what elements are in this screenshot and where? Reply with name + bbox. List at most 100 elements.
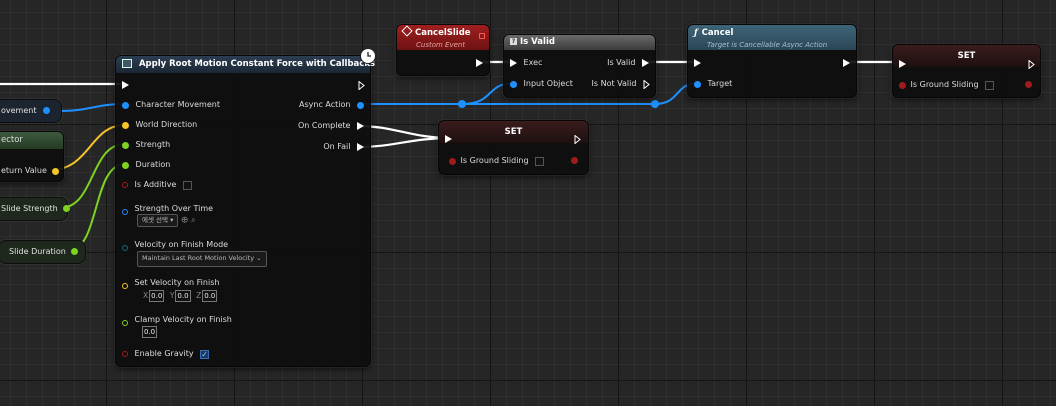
set-right-header: SET xyxy=(893,45,1040,67)
bool-pin[interactable] xyxy=(122,182,128,188)
clamp-input[interactable]: 0.0 xyxy=(142,326,158,338)
apply-node-title: Apply Root Motion Constant Force with Ca… xyxy=(138,59,376,69)
apply-root-motion-node[interactable]: Apply Root Motion Constant Force with Ca… xyxy=(115,48,376,367)
enable-gravity-checkbox[interactable]: ✓ xyxy=(200,349,210,359)
enum-pin[interactable] xyxy=(122,245,128,251)
exec-out-pin[interactable] xyxy=(574,133,581,145)
vector-pin[interactable] xyxy=(52,167,60,175)
reroute-knot[interactable] xyxy=(651,100,659,108)
clock-icon xyxy=(360,48,376,64)
is-ground-sliding-checkbox[interactable] xyxy=(535,156,545,166)
exec-out-pin[interactable] xyxy=(643,79,650,90)
is-not-valid-label: Is Not Valid xyxy=(591,79,637,88)
is-valid-title: Is Valid xyxy=(520,37,555,47)
slide-duration-var-node[interactable]: Slide Duration xyxy=(0,240,86,264)
bool-pin[interactable] xyxy=(1025,81,1032,88)
on-complete-label: On Complete xyxy=(297,121,351,130)
set-mid-header: SET xyxy=(439,121,588,143)
vector-pin[interactable] xyxy=(122,283,128,289)
object-pin[interactable] xyxy=(694,80,701,88)
exec-out-pin[interactable] xyxy=(358,79,365,91)
cancelslide-header: CancelSlide Custom Event xyxy=(397,25,489,50)
exec-in-pin[interactable] xyxy=(694,58,701,67)
search-icon[interactable]: ⌕ xyxy=(191,216,195,225)
x-axis-label: X xyxy=(143,291,149,300)
var-label: Slide Strength xyxy=(1,204,58,213)
clamp-velocity-on-finish-label: Clamp Velocity on Finish xyxy=(134,315,232,324)
target-label: Target xyxy=(707,79,733,88)
world-direction-label: World Direction xyxy=(135,120,198,129)
exec-out-pin[interactable] xyxy=(357,122,364,130)
chevron-down-icon: ⌄ xyxy=(256,254,262,262)
y-input[interactable]: 0.0 xyxy=(175,290,191,302)
cancel-title: Cancel xyxy=(701,28,734,38)
velocity-on-finish-mode-label: Velocity on Finish Mode xyxy=(134,240,229,249)
return-value-label: eturn Value xyxy=(1,166,47,175)
set-node-mid[interactable]: SET Is Ground Sliding xyxy=(438,120,589,175)
exec-out-pin[interactable] xyxy=(357,143,364,151)
exec-out-pin[interactable] xyxy=(642,59,649,67)
float-pin[interactable] xyxy=(122,320,128,326)
var-label: Slide Duration xyxy=(9,247,66,256)
is-additive-checkbox[interactable] xyxy=(182,180,192,190)
exec-out-pin[interactable] xyxy=(476,58,483,67)
add-icon[interactable]: ⊕ xyxy=(181,216,189,226)
vector-node-header: ector xyxy=(0,132,63,149)
event-icon xyxy=(401,25,413,37)
is-valid-node[interactable]: ? Is Valid Exec Is Valid Input Object Is … xyxy=(503,34,656,98)
is-valid-header: ? Is Valid xyxy=(504,35,655,50)
character-movement-label: Character Movement xyxy=(135,100,220,109)
set-mid-title: SET xyxy=(504,127,523,137)
is-ground-sliding-label: Is Ground Sliding xyxy=(910,80,979,89)
asset-picker-dropdown[interactable]: 에셋 선택 ▾ xyxy=(137,214,179,227)
is-ground-sliding-label: Is Ground Sliding xyxy=(460,156,529,165)
object-pin[interactable] xyxy=(510,80,517,88)
y-axis-label: Y xyxy=(169,291,175,300)
set-node-right[interactable]: SET Is Ground Sliding xyxy=(892,44,1041,98)
float-pin[interactable] xyxy=(122,141,129,149)
exec-out-pin[interactable] xyxy=(843,58,850,67)
bool-pin[interactable] xyxy=(449,157,456,165)
exec-out-pin[interactable] xyxy=(1028,58,1035,70)
is-valid-label: Is Valid xyxy=(607,58,636,67)
cancelslide-title: CancelSlide xyxy=(415,28,471,38)
exec-in-pin[interactable] xyxy=(510,59,517,67)
bool-pin[interactable] xyxy=(899,81,906,89)
cancel-function-node[interactable]: ƒ Cancel Target is Cancellable Async Acti… xyxy=(687,24,857,98)
exec-in-pin[interactable] xyxy=(122,80,129,89)
function-icon xyxy=(122,59,132,68)
enable-gravity-label: Enable Gravity xyxy=(134,349,194,358)
apply-node-header: Apply Root Motion Constant Force with Ca… xyxy=(116,56,375,73)
z-axis-label: Z xyxy=(196,291,202,300)
object-pin[interactable] xyxy=(122,101,129,109)
bool-pin[interactable] xyxy=(571,157,578,164)
float-pin[interactable] xyxy=(122,161,129,169)
vector-function-node[interactable]: ector eturn Value xyxy=(0,131,64,182)
set-velocity-on-finish-label: Set Velocity on Finish xyxy=(134,278,220,287)
z-input[interactable]: 0.0 xyxy=(202,290,218,302)
object-pin[interactable] xyxy=(357,101,364,109)
input-object-label: Input Object xyxy=(523,79,573,88)
duration-label: Duration xyxy=(135,160,171,169)
exec-in-pin[interactable] xyxy=(445,134,452,143)
cancelslide-event-node[interactable]: CancelSlide Custom Event xyxy=(396,24,490,76)
delegate-pin[interactable] xyxy=(479,33,485,39)
bool-pin[interactable] xyxy=(122,351,128,357)
character-movement-var-node[interactable]: ovement xyxy=(0,99,62,123)
on-fail-label: On Fail xyxy=(323,142,351,151)
vector-pin[interactable] xyxy=(122,121,129,129)
x-input[interactable]: 0.0 xyxy=(149,290,165,302)
set-right-title: SET xyxy=(957,51,976,61)
velocity-mode-dropdown[interactable]: Maintain Last Root Motion Velocity ⌄ xyxy=(137,251,267,267)
vector-node-title: ector xyxy=(1,135,23,145)
float-pin[interactable] xyxy=(63,205,71,212)
asset-picker-value: 에셋 선택 xyxy=(142,216,168,224)
exec-in-pin[interactable] xyxy=(899,59,906,68)
object-pin[interactable] xyxy=(43,107,51,114)
reroute-knot[interactable] xyxy=(458,100,466,108)
slide-strength-var-node[interactable]: Slide Strength xyxy=(0,197,71,221)
is-ground-sliding-checkbox[interactable] xyxy=(985,80,995,90)
async-action-label: Async Action xyxy=(299,100,351,109)
float-pin[interactable] xyxy=(71,248,79,255)
object-pin[interactable] xyxy=(122,209,128,215)
